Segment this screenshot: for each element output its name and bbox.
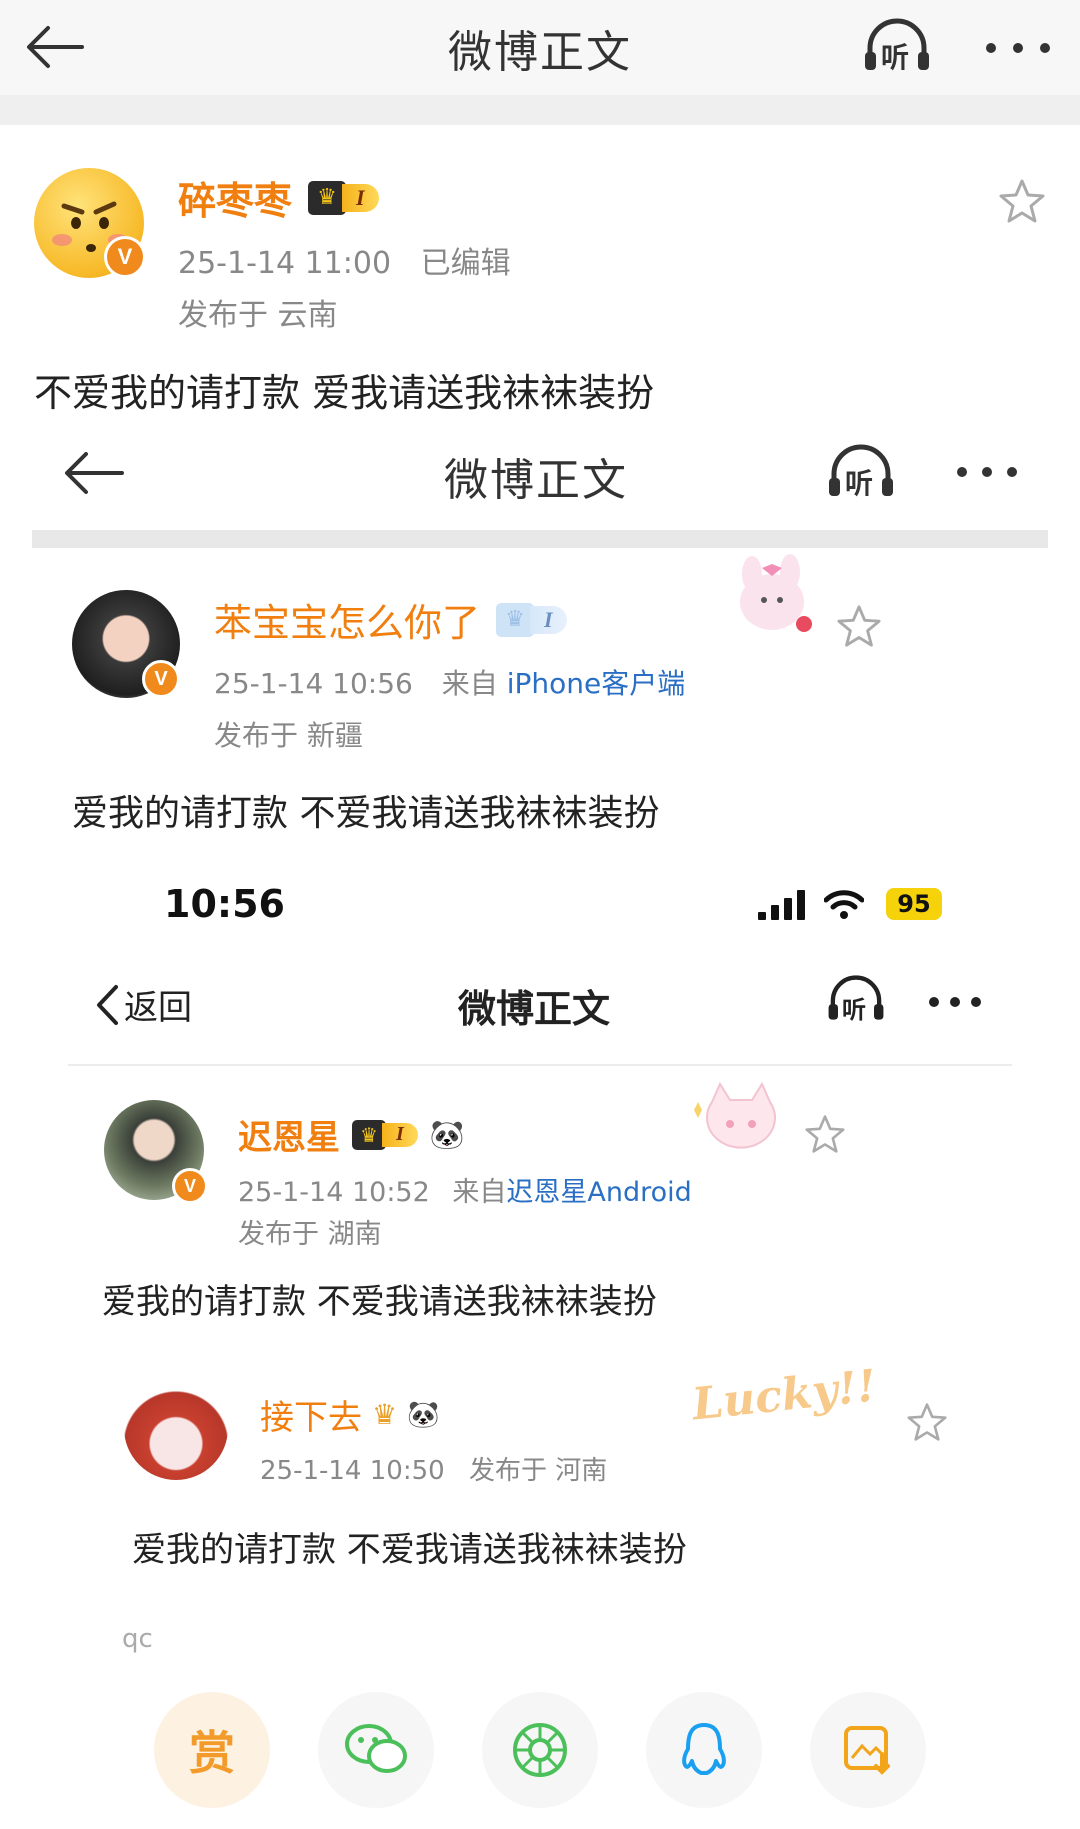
- author-name: 接下去: [260, 1398, 362, 1438]
- page-title: 微博正文: [448, 26, 632, 78]
- post-meta: 25-1-14 11:00 已编辑: [178, 238, 511, 282]
- verified-badge-icon: V: [172, 1168, 208, 1204]
- favorite-star-icon[interactable]: [998, 178, 1046, 224]
- chevron-left-icon: [97, 984, 118, 1025]
- edited-label[interactable]: 已编辑: [421, 246, 511, 281]
- listen-button: 听: [826, 444, 896, 500]
- more-icon: [957, 467, 1017, 477]
- vip-level: I: [342, 183, 379, 212]
- post-meta: 25-1-14 10:56 来自 iPhone客户端: [214, 662, 685, 702]
- author-name[interactable]: 碎枣枣: [178, 170, 292, 225]
- lucky-sticker: Lucky!!: [689, 1360, 879, 1431]
- post-location: 发布于 湖南: [238, 1219, 382, 1250]
- share-wechat-button[interactable]: [318, 1692, 434, 1808]
- cat-sticker-icon: [694, 1081, 776, 1149]
- save-image-button[interactable]: [810, 1692, 926, 1808]
- back-button: 返回: [94, 980, 192, 1029]
- vip-level: I: [382, 1122, 418, 1147]
- crown-icon: ♛: [496, 602, 535, 637]
- panda-icon: 🐼: [407, 1399, 440, 1430]
- post-text: 不爱我的请打款 爱我请送我袜袜装扮: [34, 371, 655, 415]
- listen-button: 听: [826, 974, 886, 1024]
- vip-level-badge: ♛ I: [308, 180, 379, 215]
- listen-label: 听: [845, 467, 874, 500]
- vip-level-badge: ♛ I: [352, 1119, 418, 1150]
- more-icon: [929, 997, 981, 1007]
- favorite-star-icon: [805, 1115, 845, 1153]
- nav-divider: [0, 95, 1080, 125]
- reward-button[interactable]: 赏: [154, 1692, 270, 1808]
- source-link: 迟恩星Android: [506, 1177, 692, 1208]
- embedded-divider: [32, 530, 1048, 548]
- status-time: 10:56: [164, 882, 285, 926]
- top-nav: 微博正文 听: [0, 0, 1080, 95]
- more-icon[interactable]: [985, 42, 1051, 54]
- signal-icon: [758, 890, 805, 920]
- post-time: 25-1-14 10:52: [238, 1177, 430, 1208]
- post-meta: 25-1-14 10:50 发布于 河南: [260, 1450, 607, 1487]
- bunny-sticker-icon: [740, 554, 812, 632]
- moments-icon: [513, 1723, 567, 1777]
- back-arrow-icon: [65, 452, 124, 494]
- embedded-screenshot-1: 微博正文 听 V 苯宝宝怎么你了 ♛ I 25-1-14 10:56 来自 iP…: [32, 430, 1048, 834]
- author-row: 苯宝宝怎么你了 ♛ I: [214, 592, 567, 647]
- post-location: 发布于 云南: [178, 298, 338, 333]
- post-time: 25-1-14 10:56: [214, 667, 413, 700]
- vip-level: I: [530, 605, 567, 634]
- listen-label: 听: [842, 996, 866, 1024]
- wifi-icon: [824, 890, 864, 919]
- vip-level-badge: ♛ I: [496, 602, 567, 637]
- post-text: 爱我的请打款 不爱我请送我袜袜装扮: [132, 1530, 687, 1570]
- crown-icon: ♛: [352, 1119, 386, 1150]
- source-prefix: 来自: [452, 1177, 507, 1208]
- source-prefix: 来自: [441, 667, 498, 700]
- post-location: 发布于 新疆: [214, 719, 363, 752]
- post-location: 发布于 河南: [468, 1456, 608, 1486]
- save-image-icon: [844, 1726, 890, 1775]
- author-row: 碎枣枣 ♛ I: [178, 170, 379, 225]
- post-text: 爱我的请打款 不爱我请送我袜袜装扮: [102, 1282, 657, 1322]
- watermark: qc: [122, 1624, 153, 1654]
- post-time: 25-1-14 11:00: [178, 246, 392, 281]
- author-row: 接下去 ♛ 🐼: [260, 1390, 439, 1439]
- panda-icon: 🐼: [429, 1118, 465, 1151]
- post-time: 25-1-14 10:50: [260, 1456, 445, 1486]
- embedded-screenshot-2: 10:56 95 返回 微博正文 听 V 迟恩星 ♛ I 🐼 25-1-14 1…: [60, 870, 1020, 1340]
- embedded-divider: [68, 1064, 1012, 1066]
- verified-badge-icon: V: [104, 236, 146, 278]
- qq-icon: [682, 1723, 726, 1775]
- battery-indicator: 95: [886, 888, 942, 920]
- embedded-screenshot-3: 接下去 ♛ 🐼 25-1-14 10:50 发布于 河南 Lucky!! 爱我的…: [110, 1361, 970, 1590]
- verified-badge-icon: V: [142, 660, 180, 698]
- author-name: 迟恩星: [238, 1118, 340, 1158]
- source-link: iPhone客户端: [506, 667, 686, 700]
- crown-icon: ♛: [308, 180, 347, 215]
- crown-icon: ♛: [372, 1398, 398, 1431]
- embedded-nav-title: 微博正文: [458, 987, 611, 1031]
- avatar: [124, 1376, 228, 1480]
- listen-label: 听: [881, 41, 910, 74]
- embedded-nav-title: 微博正文: [444, 455, 628, 506]
- share-moments-button[interactable]: [482, 1692, 598, 1808]
- post-meta: 25-1-14 10:52 来自迟恩星Android: [238, 1170, 692, 1209]
- favorite-star-icon: [837, 605, 881, 647]
- sticker-decoration: [722, 550, 822, 640]
- author-row: 迟恩星 ♛ I 🐼: [238, 1110, 465, 1159]
- reward-label: 赏: [189, 1726, 235, 1780]
- listen-button[interactable]: 听: [862, 18, 932, 74]
- post-text: 爱我的请打款 不爱我请送我袜袜装扮: [72, 793, 660, 834]
- share-qq-button[interactable]: [646, 1692, 762, 1808]
- author-name: 苯宝宝怎么你了: [214, 601, 481, 645]
- sticker-decoration: [686, 1080, 796, 1160]
- back-label: 返回: [124, 988, 192, 1028]
- favorite-star-icon: [907, 1403, 947, 1441]
- back-arrow-icon[interactable]: [24, 22, 84, 72]
- wechat-icon: [345, 1724, 407, 1773]
